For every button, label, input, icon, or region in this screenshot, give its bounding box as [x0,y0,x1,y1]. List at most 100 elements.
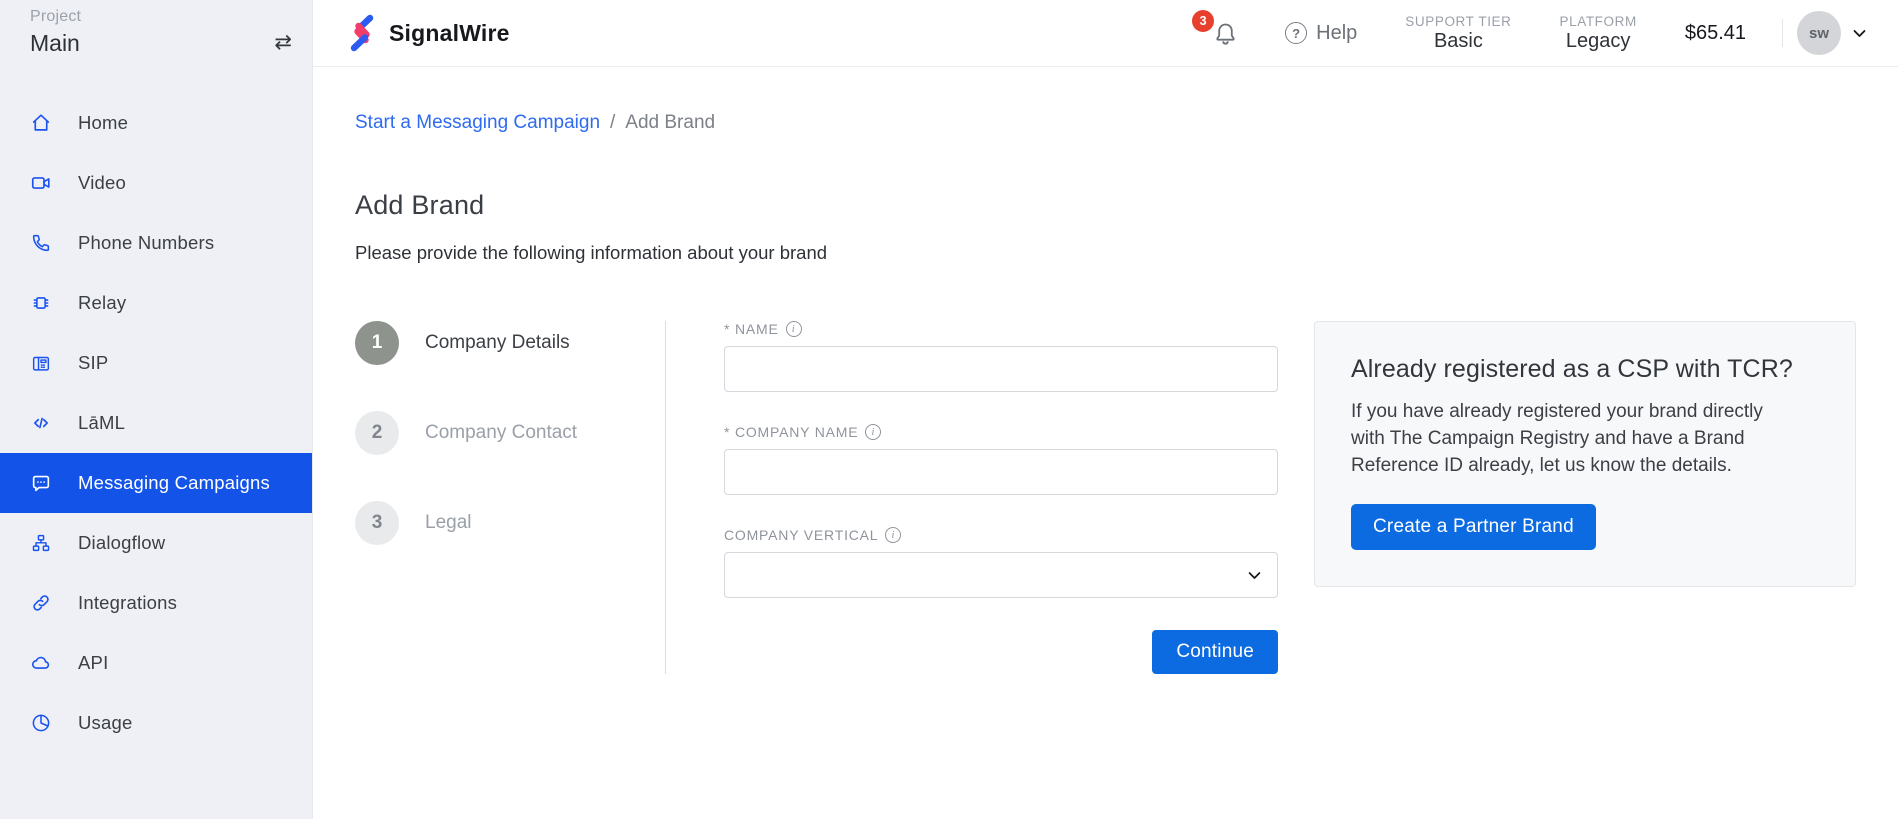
step-number: 3 [355,501,399,545]
step-company-details[interactable]: 1 Company Details [355,321,665,365]
field-label: * NAME i [724,321,1278,337]
brand-form: * NAME i * COMPANY NAME i [724,321,1278,674]
sidebar-collapse-icon[interactable]: ⇄ [274,32,292,53]
company-vertical-select[interactable] [724,552,1278,598]
csp-tcr-card: Already registered as a CSP with TCR? If… [1314,321,1856,587]
sidebar-item-label: Video [78,172,126,194]
sidebar-item-label: Usage [78,712,132,734]
code-icon [30,412,52,434]
pie-chart-icon [30,712,52,734]
form-actions: Continue [724,630,1278,674]
step-legal[interactable]: 3 Legal [355,501,665,545]
company-name-input[interactable] [724,449,1278,495]
brand-logo[interactable]: SignalWire [345,12,510,54]
app-window: Project Main ⇄ Home Video [0,0,1898,819]
desk-phone-icon [30,352,52,374]
field-company-vertical: COMPANY VERTICAL i [724,527,1278,598]
header-divider [1782,19,1783,47]
field-label-text: * NAME [724,321,779,337]
phone-icon [30,232,52,254]
sidebar-item-home[interactable]: Home [0,93,312,153]
sidebar-item-label: Dialogflow [78,532,165,554]
sidebar-item-label: Home [78,112,128,134]
breadcrumb: Start a Messaging Campaign / Add Brand [355,112,1856,134]
field-name: * NAME i [724,321,1278,392]
field-label: * COMPANY NAME i [724,424,1278,440]
avatar[interactable]: sw [1797,11,1841,55]
step-label: Company Details [425,332,570,354]
page-subtitle: Please provide the following information… [355,242,1856,264]
platform: PLATFORM Legacy [1560,14,1637,53]
sidebar-item-label: LāML [78,412,125,434]
field-company-name: * COMPANY NAME i [724,424,1278,495]
sidebar-nav: Home Video Phone Numbers Relay [0,93,312,753]
sitemap-icon [30,532,52,554]
step-label: Company Contact [425,422,577,444]
info-icon[interactable]: i [885,527,901,543]
sidebar-item-laml[interactable]: LāML [0,393,312,453]
link-icon [30,592,52,614]
support-tier-label: SUPPORT TIER [1405,14,1511,29]
csp-card-body: If you have already registered your bran… [1351,399,1791,480]
sidebar-item-integrations[interactable]: Integrations [0,573,312,633]
sidebar-item-label: SIP [78,352,108,374]
top-header: SignalWire 3 ? Help SUPPORT TIER Basic [313,0,1898,67]
notification-badge: 3 [1192,10,1214,32]
breadcrumb-separator: / [610,112,615,134]
info-icon[interactable]: i [865,424,881,440]
sidebar-item-messaging-campaigns[interactable]: Messaging Campaigns [0,453,312,513]
sidebar-item-label: Phone Numbers [78,232,214,254]
bell-icon [1212,20,1239,47]
signalwire-logo-icon [345,12,379,54]
csp-card-title: Already registered as a CSP with TCR? [1351,355,1819,384]
project-label: Project [30,8,81,26]
support-tier-value: Basic [1405,30,1511,53]
support-tier: SUPPORT TIER Basic [1405,14,1511,53]
step-company-contact[interactable]: 2 Company Contact [355,411,665,455]
stepper: 1 Company Details 2 Company Contact 3 Le… [355,321,665,674]
sidebar-item-api[interactable]: API [0,633,312,693]
brand-name: SignalWire [389,20,510,47]
breadcrumb-link[interactable]: Start a Messaging Campaign [355,112,600,134]
sidebar-item-label: API [78,652,108,674]
page-content: Start a Messaging Campaign / Add Brand A… [313,67,1898,674]
help-label: Help [1316,22,1357,45]
notifications-button[interactable]: 3 [1212,20,1239,47]
chip-icon [30,292,52,314]
sidebar-item-label: Messaging Campaigns [78,472,270,494]
project-switcher: Project Main ⇄ [0,0,312,57]
field-label-text: COMPANY VERTICAL [724,527,878,543]
sidebar-item-dialogflow[interactable]: Dialogflow [0,513,312,573]
create-partner-brand-button[interactable]: Create a Partner Brand [1351,504,1596,550]
account-balance[interactable]: $65.41 [1685,22,1746,45]
step-number: 2 [355,411,399,455]
sidebar-item-usage[interactable]: Usage [0,693,312,753]
sidebar-item-label: Integrations [78,592,177,614]
project-name[interactable]: Main [30,30,81,57]
main-area: SignalWire 3 ? Help SUPPORT TIER Basic [313,0,1898,819]
chevron-down-icon[interactable] [1851,25,1868,42]
sidebar-item-video[interactable]: Video [0,153,312,213]
sidebar-item-phone-numbers[interactable]: Phone Numbers [0,213,312,273]
continue-button[interactable]: Continue [1152,630,1278,674]
breadcrumb-current: Add Brand [625,112,715,134]
step-number: 1 [355,321,399,365]
sidebar-item-relay[interactable]: Relay [0,273,312,333]
cloud-icon [30,652,52,674]
info-icon[interactable]: i [786,321,802,337]
platform-label: PLATFORM [1560,14,1637,29]
video-camera-icon [30,172,52,194]
name-input[interactable] [724,346,1278,392]
chat-bubble-icon [30,472,52,494]
vertical-divider [665,321,666,674]
platform-value: Legacy [1560,30,1637,53]
sidebar: Project Main ⇄ Home Video [0,0,313,819]
chevron-down-icon [1246,567,1263,584]
workflow-row: 1 Company Details 2 Company Contact 3 Le… [355,321,1856,674]
sidebar-item-sip[interactable]: SIP [0,333,312,393]
step-label: Legal [425,512,472,534]
field-label: COMPANY VERTICAL i [724,527,1278,543]
home-icon [30,112,52,134]
help-button[interactable]: ? Help [1285,22,1357,45]
sidebar-item-label: Relay [78,292,126,314]
